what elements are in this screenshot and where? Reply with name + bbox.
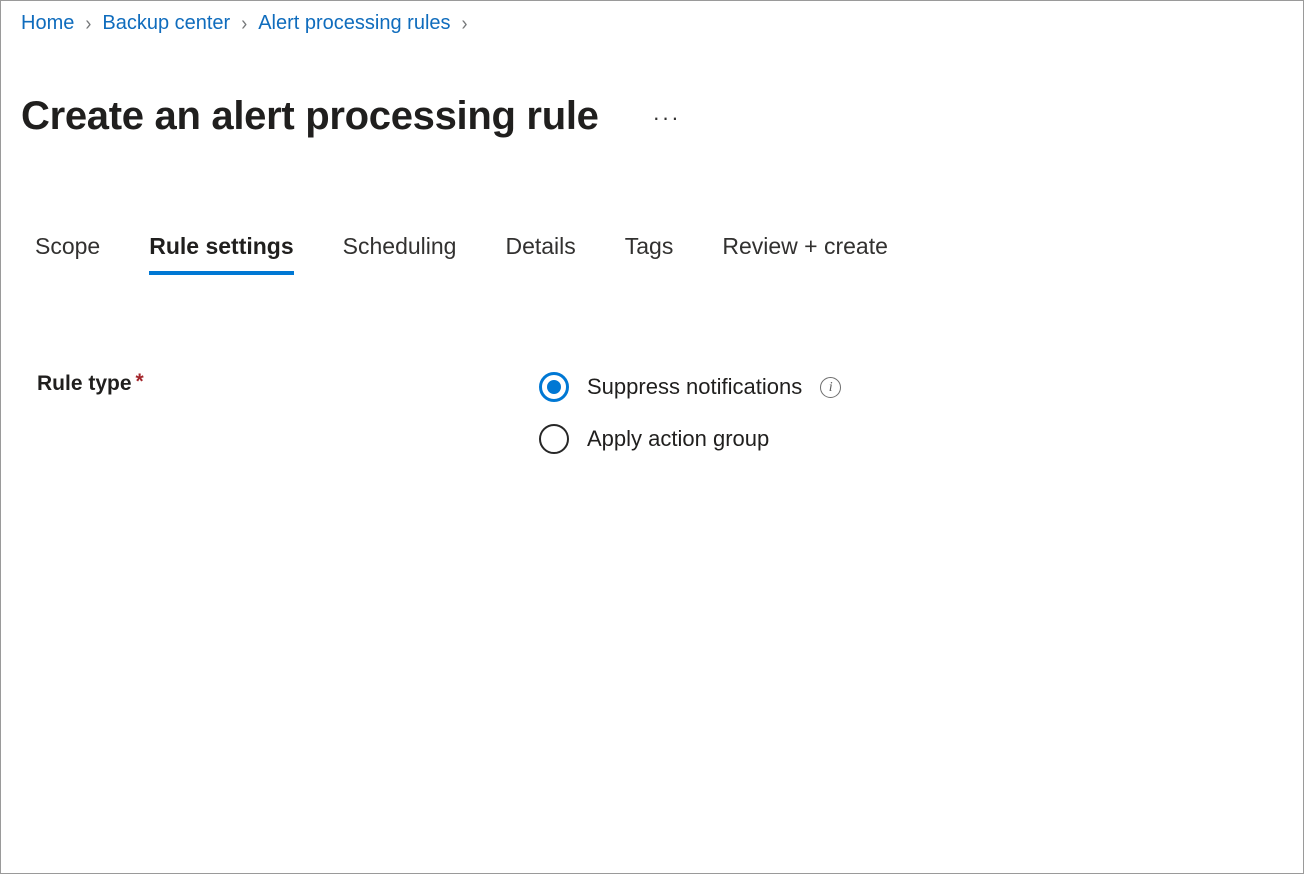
tab-scope[interactable]: Scope	[35, 231, 100, 275]
breadcrumb-item-home[interactable]: Home	[21, 10, 74, 36]
breadcrumb-chevron-icon: ›	[241, 11, 248, 35]
required-asterisk: *	[135, 370, 144, 393]
breadcrumb-chevron-icon: ›	[85, 11, 92, 35]
breadcrumb-chevron-icon: ›	[461, 11, 468, 35]
tab-scheduling[interactable]: Scheduling	[343, 231, 457, 275]
radio-button-unselected-icon[interactable]	[539, 424, 569, 454]
radio-option-suppress-notifications[interactable]: Suppress notifications i	[539, 361, 842, 413]
tab-tags[interactable]: Tags	[625, 231, 674, 275]
breadcrumb-item-alert-processing-rules[interactable]: Alert processing rules	[258, 10, 450, 36]
tab-label: Tags	[624, 233, 674, 259]
info-icon[interactable]: i	[820, 376, 842, 398]
rule-type-label-text: Rule type	[37, 372, 132, 395]
breadcrumb: Home › Backup center › Alert processing …	[21, 10, 479, 36]
tab-label: Scheduling	[342, 233, 457, 259]
rule-type-radio-group: Suppress notifications i Apply action gr…	[539, 361, 842, 465]
page-header: Create an alert processing rule ···	[21, 63, 681, 169]
tab-label: Details	[505, 233, 576, 259]
tab-label: Scope	[35, 233, 101, 259]
radio-option-apply-action-group[interactable]: Apply action group	[539, 413, 841, 465]
create-alert-processing-rule-blade: Home › Backup center › Alert processing …	[0, 0, 1304, 874]
tab-label: Review + create	[722, 233, 888, 259]
more-actions-icon[interactable]: ···	[653, 105, 681, 131]
radio-button-selected-icon[interactable]	[539, 372, 569, 402]
tab-rule-settings[interactable]: Rule settings	[149, 231, 295, 275]
radio-option-label: Apply action group	[587, 426, 770, 451]
rule-type-label: Rule type *	[37, 361, 539, 401]
radio-option-label: Suppress notifications	[587, 374, 803, 399]
tab-review-create[interactable]: Review + create	[722, 231, 888, 275]
rule-type-field: Rule type * Suppress notifications i Appl…	[37, 361, 1237, 465]
tab-details[interactable]: Details	[505, 231, 575, 275]
tab-bar: Scope Rule settings Scheduling Details T…	[35, 231, 888, 275]
page-title: Create an alert processing rule	[21, 93, 599, 138]
tab-label: Rule settings	[149, 233, 294, 259]
breadcrumb-item-backup-center[interactable]: Backup center	[102, 10, 230, 36]
